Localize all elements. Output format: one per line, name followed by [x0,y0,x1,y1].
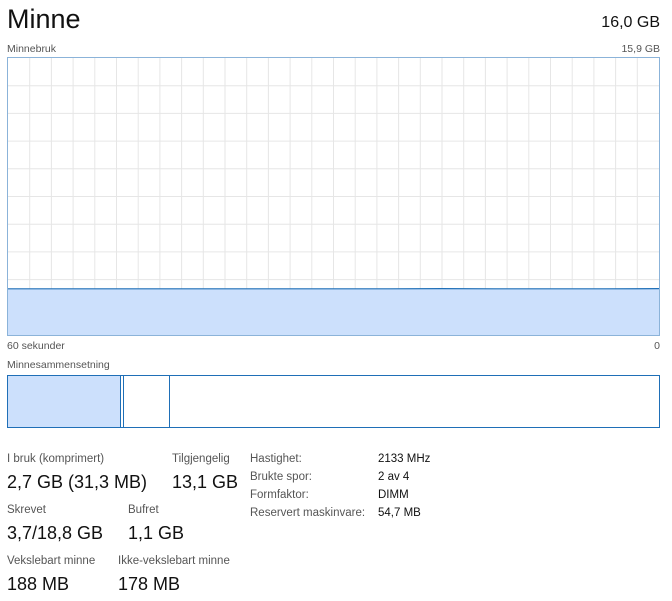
cached-value: 1,1 GB [128,523,185,543]
composition-standby-segment [124,376,170,427]
speed-label: Hastighet: [250,453,302,465]
usage-graph-max: 15,9 GB [621,43,660,55]
time-left-label: 60 sekunder [7,340,65,352]
committed-label: Skrevet [7,504,46,516]
available-value: 13,1 GB [172,472,239,492]
slots-used-value: 2 av 4 [378,471,410,483]
paged-pool-value: 188 MB [7,574,70,594]
memory-composition-bar [7,375,660,428]
paged-pool-label: Vekslebart minne [7,555,96,567]
in-use-value: 2,7 GB (31,3 MB) [7,472,148,492]
nonpaged-pool-value: 178 MB [118,574,181,594]
speed-value: 2133 MHz [378,453,431,465]
time-right-label: 0 [654,340,660,352]
available-label: Tilgjengelig [172,453,230,465]
composition-label: Minnesammensetning [7,359,110,371]
usage-area [8,288,659,335]
committed-value: 3,7/18,8 GB [7,523,104,543]
memory-usage-chart [8,58,659,335]
nonpaged-pool-label: Ikke-vekslebart minne [118,555,230,567]
form-factor-value: DIMM [378,489,409,501]
page-title: Minne [7,4,81,34]
hardware-reserved-value: 54,7 MB [378,507,421,519]
hardware-reserved-label: Reservert maskinvare: [250,507,366,519]
total-memory: 16,0 GB [601,14,660,31]
in-use-label: I bruk (komprimert) [7,453,105,465]
usage-graph-label: Minnebruk [7,43,57,55]
composition-in-use-segment [8,376,121,427]
slots-used-label: Brukte spor: [250,471,312,483]
cached-label: Bufret [128,504,159,516]
memory-usage-graph [7,57,660,336]
form-factor-label: Formfaktor: [250,489,309,501]
